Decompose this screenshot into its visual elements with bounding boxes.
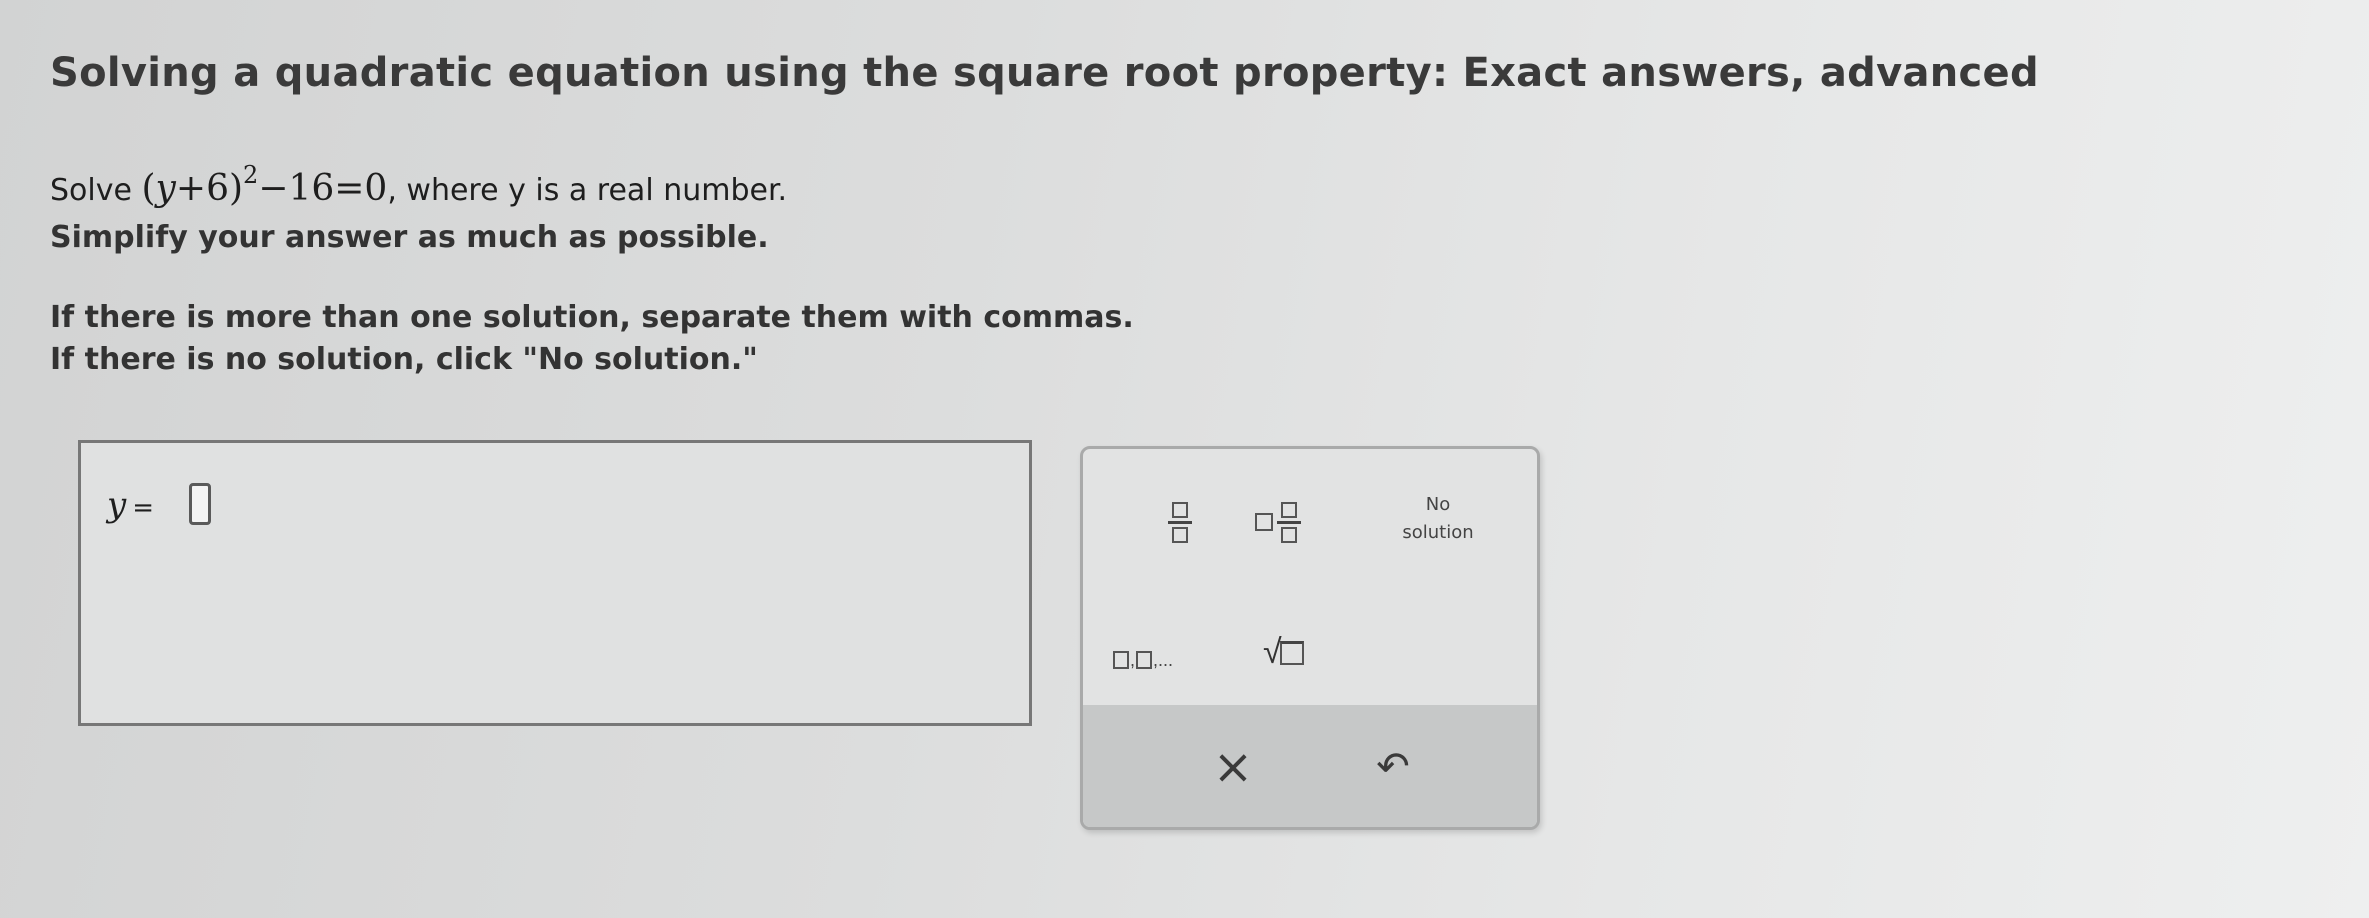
solve-prompt: Solve (y+6)2−16=0, where y is a real num… [50,161,788,209]
clear-button[interactable]: × [1193,727,1273,807]
answer-area: y = [78,440,1032,726]
list-icon [1113,651,1129,669]
fraction-button[interactable] [1145,487,1215,557]
no-solution-button[interactable]: No solution [1373,479,1503,559]
page-title: Solving a quadratic equation using the s… [50,50,2039,96]
no-solution-instruction: If there is no solution, click "No solut… [50,342,758,377]
undo-button[interactable]: ↶ [1353,727,1433,807]
answer-input[interactable] [189,483,211,525]
mixed-number-icon [1255,513,1273,531]
multiple-solutions-instruction: If there is more than one solution, sepa… [50,300,1134,335]
simplify-instruction: Simplify your answer as much as possible… [50,220,769,255]
solve-suffix: , where y is a real number. [387,173,788,208]
square-root-button[interactable]: √ [1263,609,1333,669]
list-button[interactable]: ,,... [1113,619,1213,669]
keypad-footer: × ↶ [1083,705,1537,827]
equation: (y+6)2−16=0 [141,161,388,209]
answer-label: y = [107,485,155,525]
fraction-icon [1145,501,1215,543]
close-icon: × [1212,739,1254,795]
undo-icon: ↶ [1376,744,1410,790]
math-keypad: No solution ,,... √ × ↶ [1080,446,1540,830]
mixed-number-button[interactable] [1255,487,1345,557]
solve-prefix: Solve [50,173,132,208]
